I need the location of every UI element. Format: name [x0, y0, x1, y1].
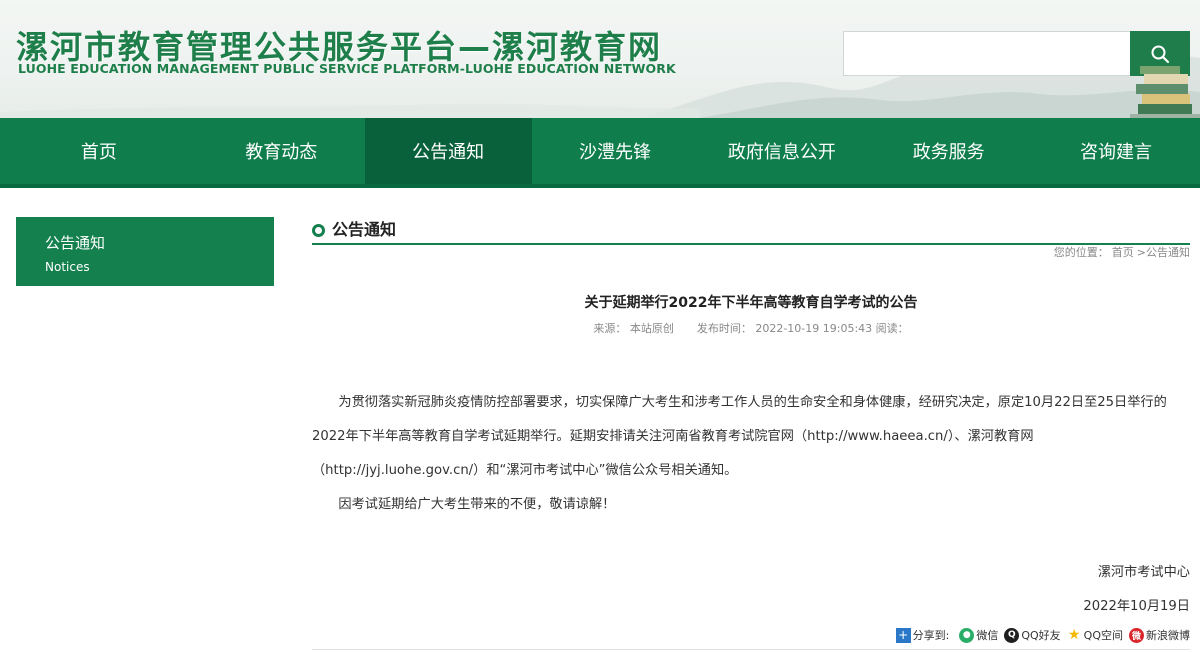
nav-item-notices[interactable]: 公告通知 — [364, 118, 532, 184]
share-label-text: 分享到: — [912, 629, 950, 642]
nav-item-shali-pioneer[interactable]: 沙澧先锋 — [532, 118, 699, 184]
meta-views-label: 阅读： — [875, 322, 909, 335]
search-icon — [1151, 45, 1170, 63]
weibo-icon: 微 — [1129, 627, 1144, 643]
share-weibo-label: 新浪微博 — [1146, 629, 1190, 642]
share-label: + 分享到: — [895, 627, 950, 643]
qq-icon: Q — [1004, 627, 1020, 643]
breadcrumb: 您的位置： 首页 >公告通知 — [1051, 244, 1190, 260]
article-paragraph: 为贯彻落实新冠肺炎疫情防控部署要求，切实保障广大考生和涉考工作人员的生命安全和身… — [312, 395, 1167, 478]
share-wechat-button[interactable]: ● 微信 — [959, 627, 998, 643]
sidebar-subtitle: Notices — [45, 260, 90, 274]
search-input[interactable] — [843, 31, 1131, 76]
main-nav: 首页 教育动态 公告通知 沙澧先锋 政府信息公开 政务服务 咨询建言 — [0, 118, 1200, 188]
share-qzone-button[interactable]: ★ QQ空间 — [1067, 627, 1123, 643]
meta-time: 2022-10-19 19:05:43 — [755, 322, 873, 335]
section-bullet-icon — [312, 224, 325, 237]
books-decoration — [1130, 66, 1200, 118]
meta-source-label: 来源： — [593, 322, 627, 335]
nav-item-home[interactable]: 首页 — [0, 118, 198, 184]
breadcrumb-current-link[interactable]: 公告通知 — [1146, 246, 1190, 259]
share-wechat-label: 微信 — [976, 629, 999, 642]
wechat-icon: ● — [959, 627, 975, 643]
breadcrumb-home-link[interactable]: 首页 — [1112, 246, 1134, 259]
sidebar-category[interactable]: 公告通知 Notices — [16, 217, 274, 286]
breadcrumb-separator: > — [1136, 246, 1146, 259]
bottom-divider — [312, 649, 1190, 650]
share-qq-label: QQ好友 — [1021, 629, 1061, 642]
article-title: 关于延期举行2022年下半年高等教育自学考试的公告 — [584, 295, 918, 311]
signature-date: 2022年10月19日 — [1083, 599, 1190, 614]
site-header: 漯河市教育管理公共服务平台—漯河教育网 LUOHE EDUCATION MANA… — [0, 0, 1200, 118]
meta-time-label: 发布时间： — [696, 322, 752, 335]
share-qzone-label: QQ空间 — [1083, 629, 1123, 642]
share-qq-button[interactable]: Q QQ好友 — [1004, 627, 1061, 643]
article-paragraph: 因考试延期给广大考生带来的不便，敬请谅解！ — [338, 497, 616, 512]
article-meta: 来源： 本站原创 发布时间： 2022-10-19 19:05:43 阅读： — [312, 320, 1190, 336]
share-bar: + 分享到: ● 微信 Q QQ好友 ★ QQ空间 微 新浪微博 — [895, 626, 1190, 644]
article-body: 为贯彻落实新冠肺炎疫情防控部署要求，切实保障广大考生和涉考工作人员的生命安全和身… — [312, 386, 1190, 522]
section-title: 公告通知 — [332, 220, 397, 239]
signature-org: 漯河市考试中心 — [1097, 565, 1190, 580]
sidebar-title: 公告通知 — [45, 234, 106, 252]
share-weibo-button[interactable]: 微 新浪微博 — [1129, 627, 1190, 643]
nav-item-gov-services[interactable]: 政务服务 — [865, 118, 1032, 184]
section-header: 公告通知 — [312, 211, 1190, 245]
nav-item-education-news[interactable]: 教育动态 — [198, 118, 365, 184]
share-plus-icon: + — [895, 627, 911, 643]
breadcrumb-prefix: 您的位置： — [1053, 246, 1109, 259]
site-subtitle: LUOHE EDUCATION MANAGEMENT PUBLIC SERVIC… — [18, 61, 676, 76]
meta-source: 本站原创 — [629, 322, 674, 335]
qzone-icon: ★ — [1067, 627, 1081, 643]
nav-item-consultation[interactable]: 咨询建言 — [1032, 118, 1200, 184]
nav-item-gov-info[interactable]: 政府信息公开 — [698, 118, 865, 184]
